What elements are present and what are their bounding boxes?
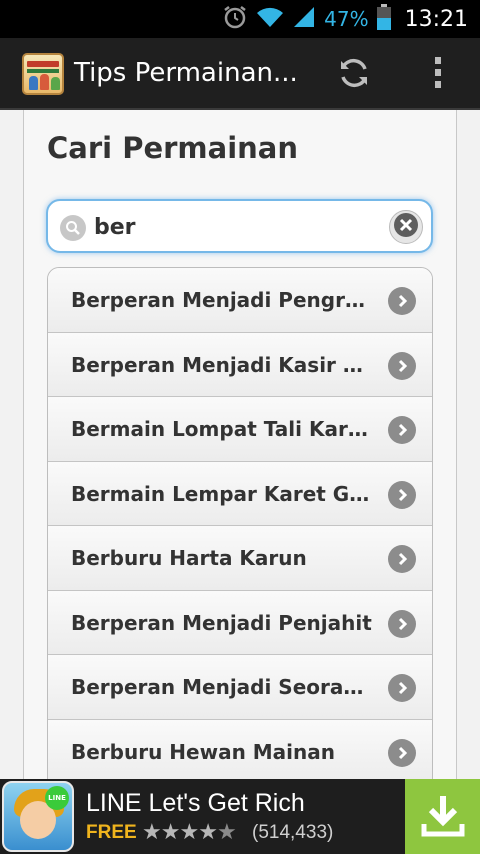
- search-box[interactable]: [46, 199, 433, 253]
- list-item[interactable]: Bermain Lompat Tali Kare...: [48, 397, 432, 462]
- list-item-label: Berburu Hewan Mainan: [71, 739, 335, 764]
- refresh-button[interactable]: [330, 55, 378, 95]
- page-title: Cari Permainan: [47, 131, 299, 165]
- search-icon: [60, 215, 86, 241]
- search-results-list: Berperan Menjadi Pengraji... Berperan Me…: [47, 267, 433, 785]
- list-item[interactable]: Berperan Menjadi Kasir Ba...: [48, 332, 432, 397]
- rating-stars: ★★★★★: [142, 820, 237, 845]
- chevron-right-icon: [388, 351, 416, 380]
- rating-count: (514,433): [252, 822, 334, 843]
- signal-icon: [292, 5, 316, 33]
- star-icon: ★: [160, 820, 181, 845]
- chevron-right-icon: [388, 545, 416, 573]
- list-item[interactable]: Berburu Hewan Mainan: [48, 719, 432, 784]
- list-item-label: Bermain Lempar Karet Gel...: [71, 481, 376, 506]
- overflow-menu-button[interactable]: [418, 55, 458, 95]
- half-star-icon: ★: [216, 820, 237, 845]
- search-input[interactable]: [94, 209, 374, 245]
- alarm-icon: [222, 4, 248, 34]
- star-icon: ★: [198, 820, 218, 845]
- chevron-right-icon: [388, 416, 416, 444]
- list-item-label: Berperan Menjadi Penjahit: [71, 610, 372, 635]
- line-badge: LINE: [45, 786, 69, 810]
- close-icon: [393, 212, 419, 242]
- wifi-icon: [256, 5, 284, 33]
- download-icon: [418, 790, 468, 844]
- battery-icon: [376, 4, 391, 34]
- list-item[interactable]: Berperan Menjadi Seorang...: [48, 655, 432, 720]
- chevron-right-icon: [388, 738, 416, 767]
- download-button[interactable]: [405, 779, 480, 854]
- app-title: Tips Permainan...: [74, 58, 298, 88]
- ad-app-icon: LINE: [2, 781, 74, 852]
- list-item-label: Berperan Menjadi Pengraji...: [71, 288, 376, 312]
- list-item-label: Berburu Harta Karun: [71, 546, 307, 570]
- app-logo-icon[interactable]: [22, 53, 64, 95]
- ad-banner[interactable]: LINE LINE Let's Get Rich FREE ★★★★★ (514…: [0, 779, 480, 854]
- clear-search-button[interactable]: [389, 210, 423, 244]
- chevron-right-icon: [388, 480, 416, 509]
- list-item-label: Bermain Lompat Tali Kare...: [71, 417, 376, 441]
- refresh-icon: [336, 55, 372, 95]
- star-icon: ★: [179, 820, 199, 845]
- ad-price: FREE: [86, 822, 137, 843]
- list-item[interactable]: Berperan Menjadi Pengraji...: [48, 268, 432, 333]
- list-item-label: Berperan Menjadi Kasir Ba...: [71, 352, 376, 377]
- clock: 13:21: [404, 6, 468, 32]
- list-item-label: Berperan Menjadi Seorang...: [71, 675, 376, 699]
- list-item[interactable]: Bermain Lempar Karet Gel...: [48, 461, 432, 526]
- chevron-right-icon: [388, 674, 416, 702]
- list-item[interactable]: Berperan Menjadi Penjahit: [48, 590, 432, 655]
- chevron-right-icon: [388, 287, 416, 315]
- star-icon: ★: [142, 820, 162, 845]
- list-item[interactable]: Berburu Harta Karun: [48, 526, 432, 591]
- overflow-menu-icon: [433, 56, 443, 94]
- battery-percent: 47%: [324, 7, 369, 31]
- action-bar: Tips Permainan...: [0, 38, 480, 110]
- ad-title: LINE Let's Get Rich: [86, 789, 305, 817]
- status-bar: 47% 13:21: [0, 0, 480, 38]
- chevron-right-icon: [388, 609, 416, 638]
